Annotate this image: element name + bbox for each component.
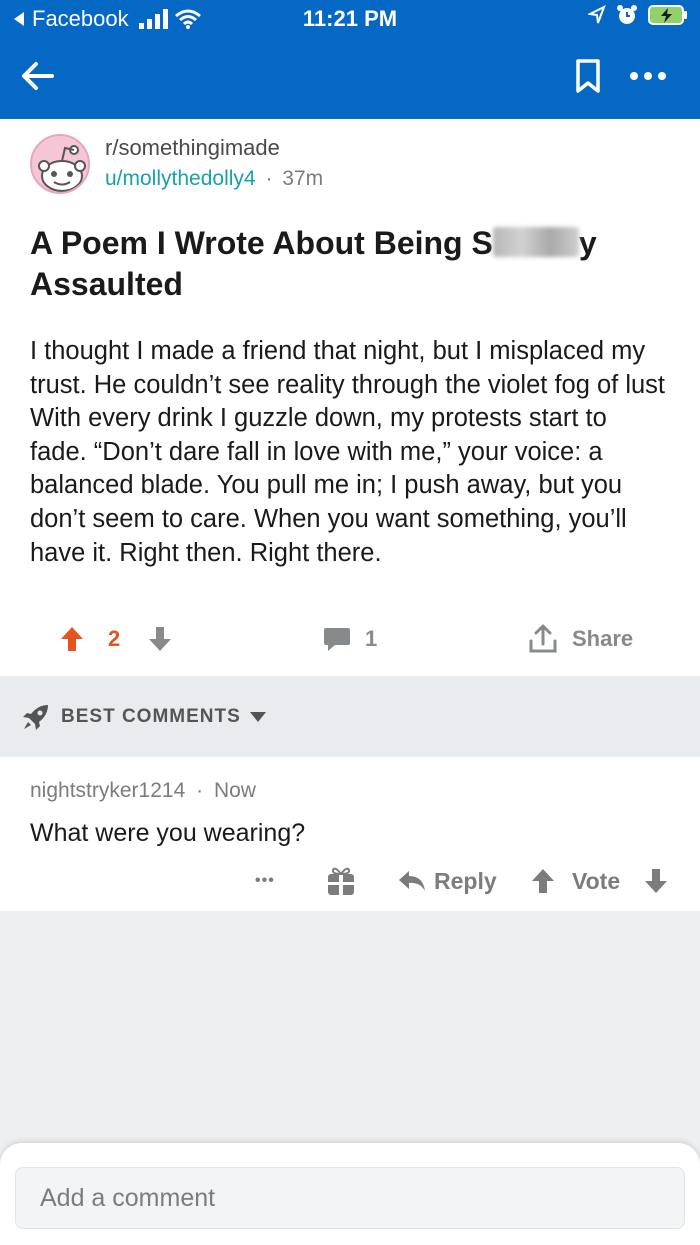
alarm-icon [617,5,637,24]
comment-more-button[interactable]: ••• [255,861,275,901]
meta-separator: · [265,167,273,190]
status-bar: Facebook 11:21 PM [0,0,700,38]
comments-button[interactable]: 1 [323,619,377,659]
reply-button[interactable]: Reply [398,861,497,901]
comment-actions: ••• Reply Vote [0,861,700,901]
subreddit-avatar[interactable] [30,134,90,194]
comment-sort-bar[interactable]: BEST COMMENTS [0,676,700,757]
post-score: 2 [108,626,121,651]
nav-bar [0,38,700,119]
back-arrow-icon[interactable] [18,56,58,96]
comment-meta: nightstryker1214 · Now [30,779,256,803]
comment-composer [0,1143,700,1245]
post-title-text-line2: Assaulted [30,266,183,302]
comment-upvote-button[interactable]: Vote [530,861,620,901]
sort-label: BEST COMMENTS [61,706,241,727]
upvote-arrow-icon [532,869,554,893]
post-meta: u/mollythedolly4 · 37m [105,167,323,191]
share-button[interactable]: Share [528,619,633,659]
share-label: Share [572,626,634,651]
post-author[interactable]: u/mollythedolly4 [105,167,256,190]
reply-icon [399,871,425,891]
downvote-arrow-icon [645,869,667,893]
post-title-text-end: y [578,225,597,261]
post-actions: 2 1 Share [0,619,700,659]
meta-separator: · [196,779,204,802]
bookmark-icon[interactable] [574,58,602,94]
gift-award-icon [328,867,354,895]
snoo-avatar-icon [38,145,86,192]
comment-downvote-button[interactable] [643,861,669,901]
comment-text: What were you wearing? [30,819,306,847]
rocket-icon [23,705,48,730]
post-title[interactable]: A Poem I Wrote About Being S y Assaulted [30,223,670,305]
comment: nightstryker1214 · Now What were you wea… [0,757,700,911]
app-header: Facebook 11:21 PM [0,0,700,119]
award-button[interactable] [327,861,355,901]
redacted-blur [492,227,579,257]
comment-bubble-icon [324,628,350,651]
upvote-button[interactable] [60,619,84,659]
vote-label: Vote [572,867,621,894]
comment-author[interactable]: nightstryker1214 [30,779,185,802]
comment-age: Now [213,779,256,802]
reply-label: Reply [434,867,497,894]
add-comment-input[interactable] [15,1167,685,1229]
post-age: 37m [282,167,324,190]
share-icon [529,624,557,653]
post-body: I thought I made a friend that night, bu… [30,337,666,567]
status-indicators [588,4,688,26]
comment-count: 1 [365,626,378,651]
battery-charging-icon [648,5,687,25]
location-arrow-icon [588,5,606,24]
downvote-button[interactable] [148,619,172,659]
post-card: r/somethingimade u/mollythedolly4 · 37m … [0,119,700,676]
post-title-text: A Poem I Wrote About Being S [30,225,493,261]
subreddit-name[interactable]: r/somethingimade [105,135,280,161]
chevron-down-icon [250,712,266,722]
downvote-arrow-icon [149,627,171,651]
more-options-icon[interactable] [628,66,668,86]
upvote-arrow-icon [61,627,83,651]
